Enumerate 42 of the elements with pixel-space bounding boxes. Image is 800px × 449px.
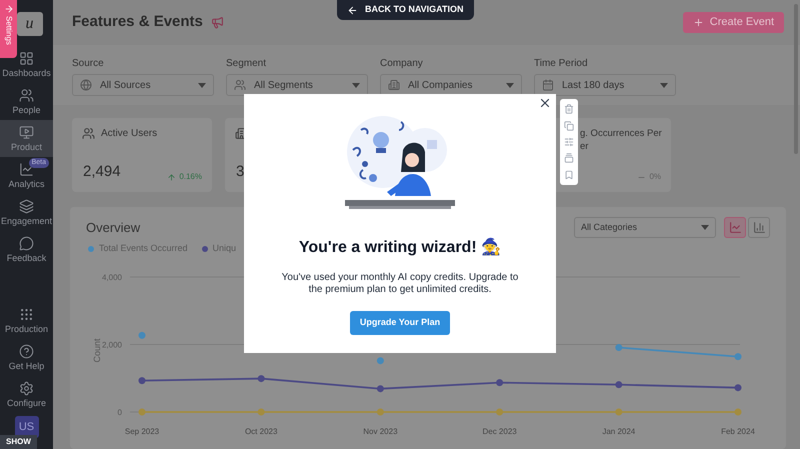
filter-label: Segment xyxy=(226,57,268,71)
modal-title: You're a writing wizard! 🧙 xyxy=(298,236,502,258)
sidebar-label: Analytics xyxy=(8,180,44,189)
section-title: Overview xyxy=(86,218,140,237)
axis-tick-label: Dec 2023 xyxy=(482,426,517,436)
axis-tick-label: Feb 2024 xyxy=(721,426,755,436)
modal-message: You've used your monthly AI copy credits. Upgrade to the premium plan to get unlimited credits. xyxy=(280,272,520,296)
sidebar-label: Production xyxy=(4,325,48,334)
sidebar-label: Product xyxy=(10,143,42,152)
sidebar-label: Get Help xyxy=(8,362,44,371)
settings-tab[interactable]: Settings xyxy=(0,0,17,58)
axis-tick-label: Sep 2023 xyxy=(124,426,160,436)
trend-value: 0.16% xyxy=(167,171,202,183)
stat-value: 2,494 xyxy=(83,162,121,182)
stat-title: g. Occurrences Per er xyxy=(580,127,662,153)
sidebar-label: Feedback xyxy=(6,254,46,263)
sidebar-label: Dashboards xyxy=(2,69,51,78)
axis-tick-label: 4,000 xyxy=(102,272,122,282)
stat-title: Active Users xyxy=(101,127,158,140)
filter-dropdown[interactable]: All Sources xyxy=(72,74,214,96)
axis-tick-label: Oct 2023 xyxy=(244,426,278,436)
sidebar-item[interactable]: Product xyxy=(0,120,53,157)
sidebar-label: Engagement xyxy=(0,217,52,226)
sidebar-label: Configure xyxy=(6,399,46,408)
logo: u xyxy=(16,12,42,36)
stat-value: 3 xyxy=(236,162,244,182)
axis-tick-label: Nov 2023 xyxy=(363,426,398,436)
axis-tick-label: 0 xyxy=(118,408,122,416)
back-to-navigation-button[interactable]: BACK TO NAVIGATION xyxy=(337,0,474,20)
axis-tick-label: Jan 2024 xyxy=(602,426,636,436)
show-badge[interactable]: SHOW xyxy=(0,435,37,449)
filter-label: Time Period xyxy=(534,57,589,71)
create-event-button[interactable]: Create Event xyxy=(682,12,784,33)
category-dropdown[interactable]: All Categories xyxy=(574,217,716,238)
axis-tick-label: 2,000 xyxy=(102,340,122,349)
filter-label: Company xyxy=(380,57,424,71)
filter-dropdown[interactable]: Last 180 days xyxy=(534,74,676,96)
sidebar-label: People xyxy=(12,106,41,115)
axis-title: Count xyxy=(92,338,102,362)
upgrade-plan-button[interactable]: Upgrade Your Plan xyxy=(350,311,450,335)
page-title: Features & Events xyxy=(72,12,203,32)
filter-label: Source xyxy=(72,57,105,71)
